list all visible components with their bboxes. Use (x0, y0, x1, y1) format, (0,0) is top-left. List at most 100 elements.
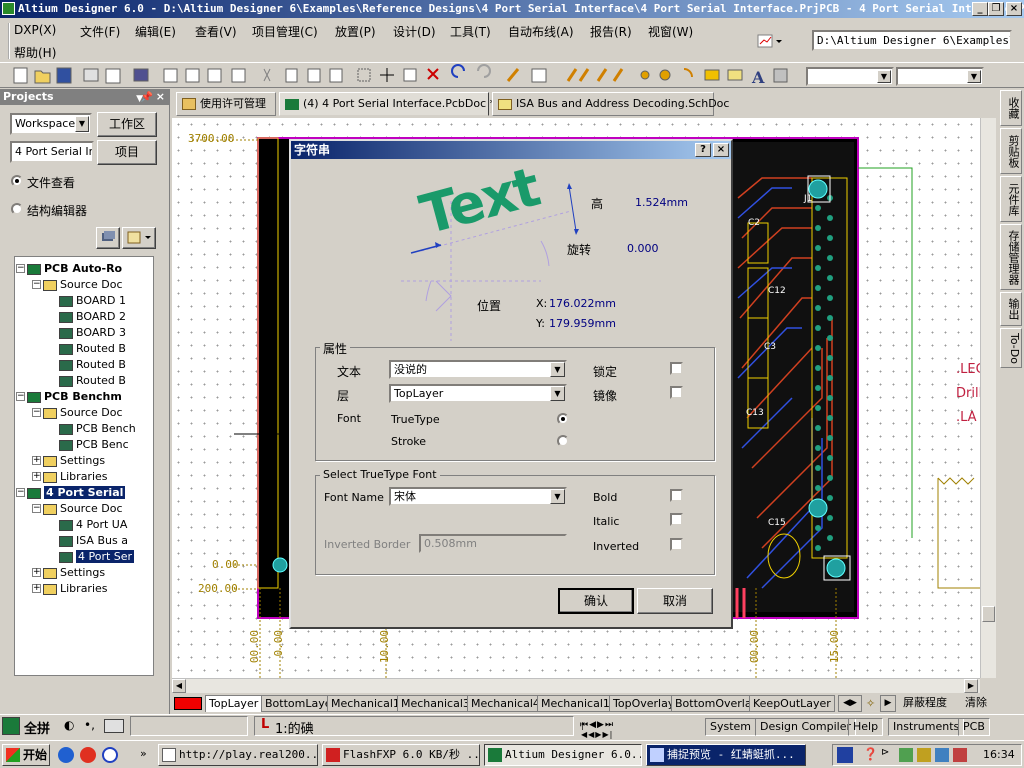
collapse-icon[interactable]: − (32, 280, 41, 289)
collapse-icon[interactable]: − (32, 504, 41, 513)
ie-icon[interactable] (58, 747, 74, 763)
tree-item[interactable]: BOARD 3 (59, 325, 126, 341)
layer-scroll-button[interactable]: ◀▶ (838, 695, 862, 712)
minimize-button[interactable]: _ (972, 2, 988, 16)
mask-level-button[interactable]: 屏蔽程度 (900, 695, 950, 712)
status-instruments[interactable]: Instruments (888, 718, 965, 736)
tree-item[interactable]: + Libraries (32, 581, 108, 597)
project-options-icon[interactable] (122, 227, 156, 249)
truetype-radio[interactable] (557, 413, 569, 425)
horizontal-scrollbar[interactable]: ◀ ▶ (172, 678, 980, 693)
tree-item[interactable]: − PCB Benchm (16, 389, 122, 405)
layer-tab[interactable]: KeepOutLayer (749, 695, 835, 712)
menu-window[interactable]: 视窗(W) (648, 23, 693, 40)
compile-icon[interactable] (96, 227, 120, 249)
tree-item[interactable]: 4 Port UA (59, 517, 127, 533)
path-combo[interactable]: D:\Altium Designer 6\Examples\R (812, 30, 1012, 51)
tree-item[interactable]: Routed B (59, 373, 126, 389)
restore-button[interactable]: ❐ (988, 2, 1004, 16)
tree-item[interactable]: Routed B (59, 357, 126, 373)
tree-item[interactable]: + Settings (32, 565, 105, 581)
workspace-button[interactable]: 工作区 (97, 112, 157, 137)
tree-item[interactable]: ISA Bus a (59, 533, 128, 549)
tree-item[interactable]: BOARD 2 (59, 309, 126, 325)
toolbar-combo-1[interactable]: ▼ (806, 67, 894, 86)
tree-item[interactable]: − PCB Auto-Ro (16, 261, 122, 277)
tree-item[interactable]: PCB Bench (59, 421, 136, 437)
tab-clipboard[interactable]: 剪贴板 (1000, 128, 1022, 174)
tree-item[interactable]: − Source Doc (32, 277, 123, 293)
tab-output[interactable]: 输出 (1000, 292, 1022, 326)
menu-help[interactable]: 帮助(H) (14, 44, 56, 61)
media-icon[interactable] (102, 747, 118, 763)
vertical-scrollbar[interactable] (980, 118, 996, 678)
help-tray-icon[interactable]: ❓ (863, 747, 878, 761)
expand-icon[interactable]: + (32, 472, 41, 481)
ok-button[interactable]: 确认 (558, 588, 634, 614)
layer-tab[interactable]: Mechanical4 (467, 695, 544, 712)
menu-dxp[interactable]: DXP(X) (14, 23, 56, 37)
mirror-checkbox[interactable] (670, 386, 683, 399)
text-combo[interactable]: 没说的 ▼ (389, 360, 567, 379)
task-flashfxp[interactable]: FlashFXP 6.0 KB/秒 ... (322, 744, 480, 766)
expand-icon[interactable]: + (32, 568, 41, 577)
ime-mode[interactable]: 全拼 (24, 718, 50, 737)
tree-item[interactable]: − 4 Port Serial (16, 485, 126, 501)
tab-pcbdoc[interactable]: (4) 4 Port Serial Interface.PcbDoc *▼ (279, 92, 505, 116)
task-altium[interactable]: Altium Designer 6.0... (484, 744, 642, 766)
candidate-nav-buttons[interactable]: ⏮◀▶⏭ (580, 720, 614, 730)
tab-favorites[interactable]: 收藏 (1000, 90, 1022, 126)
task-capture[interactable]: 捕捉预览 - 红蜻蜓抓... (646, 744, 806, 766)
menu-view[interactable]: 查看(V) (195, 23, 237, 40)
layer-tab[interactable]: TopOverlay (609, 695, 679, 712)
tree-item[interactable]: + Settings (32, 453, 105, 469)
collapse-icon[interactable]: − (16, 392, 25, 401)
network-icon[interactable] (899, 748, 913, 762)
cancel-button[interactable]: 取消 (637, 588, 713, 614)
expand-icon[interactable]: + (32, 584, 41, 593)
toolbar-combo-2[interactable]: ▼ (896, 67, 984, 86)
dialog-close-button[interactable]: × (713, 143, 729, 157)
layer-combo[interactable]: TopLayer ▼ (389, 384, 567, 403)
moon-icon[interactable]: ◐ (64, 718, 74, 732)
struct-editor-radio[interactable] (11, 203, 23, 215)
tree-item[interactable]: BOARD 1 (59, 293, 126, 309)
tree-item[interactable]: − Source Doc (32, 501, 123, 517)
status-system[interactable]: System (705, 718, 757, 736)
start-button[interactable]: 开始 (2, 744, 50, 766)
menu-tools[interactable]: 工具(T) (450, 23, 491, 40)
layer-menu-icon[interactable]: ▶ (880, 695, 896, 712)
collapse-icon[interactable]: − (32, 408, 41, 417)
menu-file[interactable]: 文件(F) (80, 23, 120, 40)
menu-autoroute[interactable]: 自动布线(A) (508, 23, 574, 40)
collapse-icon[interactable]: − (16, 264, 25, 273)
workspace-combo[interactable]: Workspace ▼ (10, 113, 92, 135)
expand-icon[interactable]: + (32, 456, 41, 465)
volume-icon[interactable] (917, 748, 931, 762)
pin-icon[interactable]: 📌 (141, 90, 153, 106)
clear-button[interactable]: 清除 (962, 695, 990, 712)
status-help[interactable]: Help (848, 718, 884, 736)
chart-icon[interactable] (755, 32, 785, 50)
tab-todo[interactable]: To-Do (1000, 328, 1022, 368)
menu-reports[interactable]: 报告(R) (590, 23, 632, 40)
tree-item[interactable]: Routed B (59, 341, 126, 357)
project-combo[interactable]: 4 Port Serial Inte (10, 141, 94, 163)
file-view-radio[interactable] (11, 175, 23, 187)
layer-tab[interactable]: TopLayer (205, 695, 263, 712)
tree-item[interactable]: − Source Doc (32, 405, 123, 421)
panel-close-icon[interactable]: × (156, 89, 165, 105)
tree-item[interactable]: 4 Port Ser (59, 549, 135, 565)
inverted-checkbox[interactable] (670, 538, 683, 551)
menu-place[interactable]: 放置(P) (335, 23, 376, 40)
close-window-button[interactable]: × (1006, 2, 1022, 16)
layer-set-icon[interactable]: ✧ (866, 697, 875, 710)
menu-project[interactable]: 项目管理(C) (252, 23, 318, 40)
lock-checkbox[interactable] (670, 362, 683, 375)
collapse-icon[interactable]: − (16, 488, 25, 497)
font-name-combo[interactable]: 宋体 ▼ (389, 487, 567, 506)
keyboard-icon[interactable] (104, 719, 124, 733)
italic-checkbox[interactable] (670, 513, 683, 526)
task-browser[interactable]: http://play.real200... (158, 744, 318, 766)
tray-app-icon[interactable] (935, 748, 949, 762)
